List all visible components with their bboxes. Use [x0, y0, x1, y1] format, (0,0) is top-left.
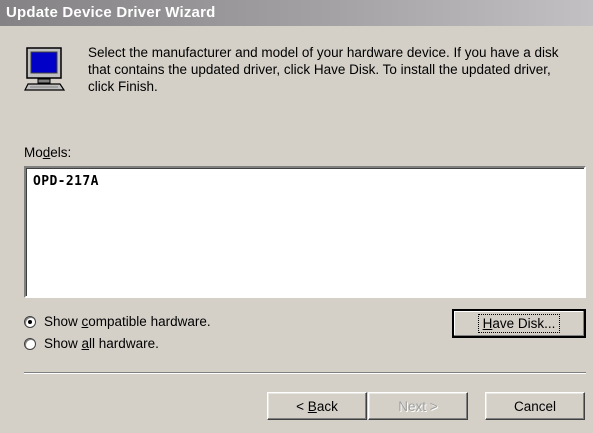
list-item[interactable]: OPD-217A	[33, 174, 99, 189]
have-disk-label: Have Disk...	[477, 314, 561, 333]
show-all-label: Show all hardware.	[44, 336, 159, 351]
models-label: Models:	[24, 145, 72, 160]
title-bar[interactable]: Update Device Driver Wizard	[0, 0, 593, 26]
next-button[interactable]: Next >	[368, 392, 468, 420]
models-listbox[interactable]: OPD-217A	[24, 166, 586, 298]
show-compatible-label: Show compatible hardware.	[44, 314, 211, 329]
cancel-label: Cancel	[513, 398, 557, 414]
separator	[24, 372, 586, 374]
have-disk-button[interactable]: Have Disk...	[452, 309, 586, 338]
wizard-window: Update Device Driver Wizard Select the m…	[0, 0, 593, 433]
show-all-option[interactable]: Show all hardware.	[24, 336, 159, 351]
monitor-icon	[24, 46, 66, 96]
window-title: Update Device Driver Wizard	[6, 4, 216, 21]
next-label: Next >	[398, 398, 438, 414]
instructions-text: Select the manufacturer and model of you…	[88, 45, 559, 94]
radio-unchecked[interactable]	[24, 337, 36, 350]
radio-checked[interactable]	[24, 315, 36, 328]
back-label: < Back	[296, 398, 338, 414]
back-button[interactable]: < Back	[267, 392, 367, 420]
show-compatible-option[interactable]: Show compatible hardware.	[24, 314, 211, 329]
cancel-button[interactable]: Cancel	[485, 392, 585, 420]
